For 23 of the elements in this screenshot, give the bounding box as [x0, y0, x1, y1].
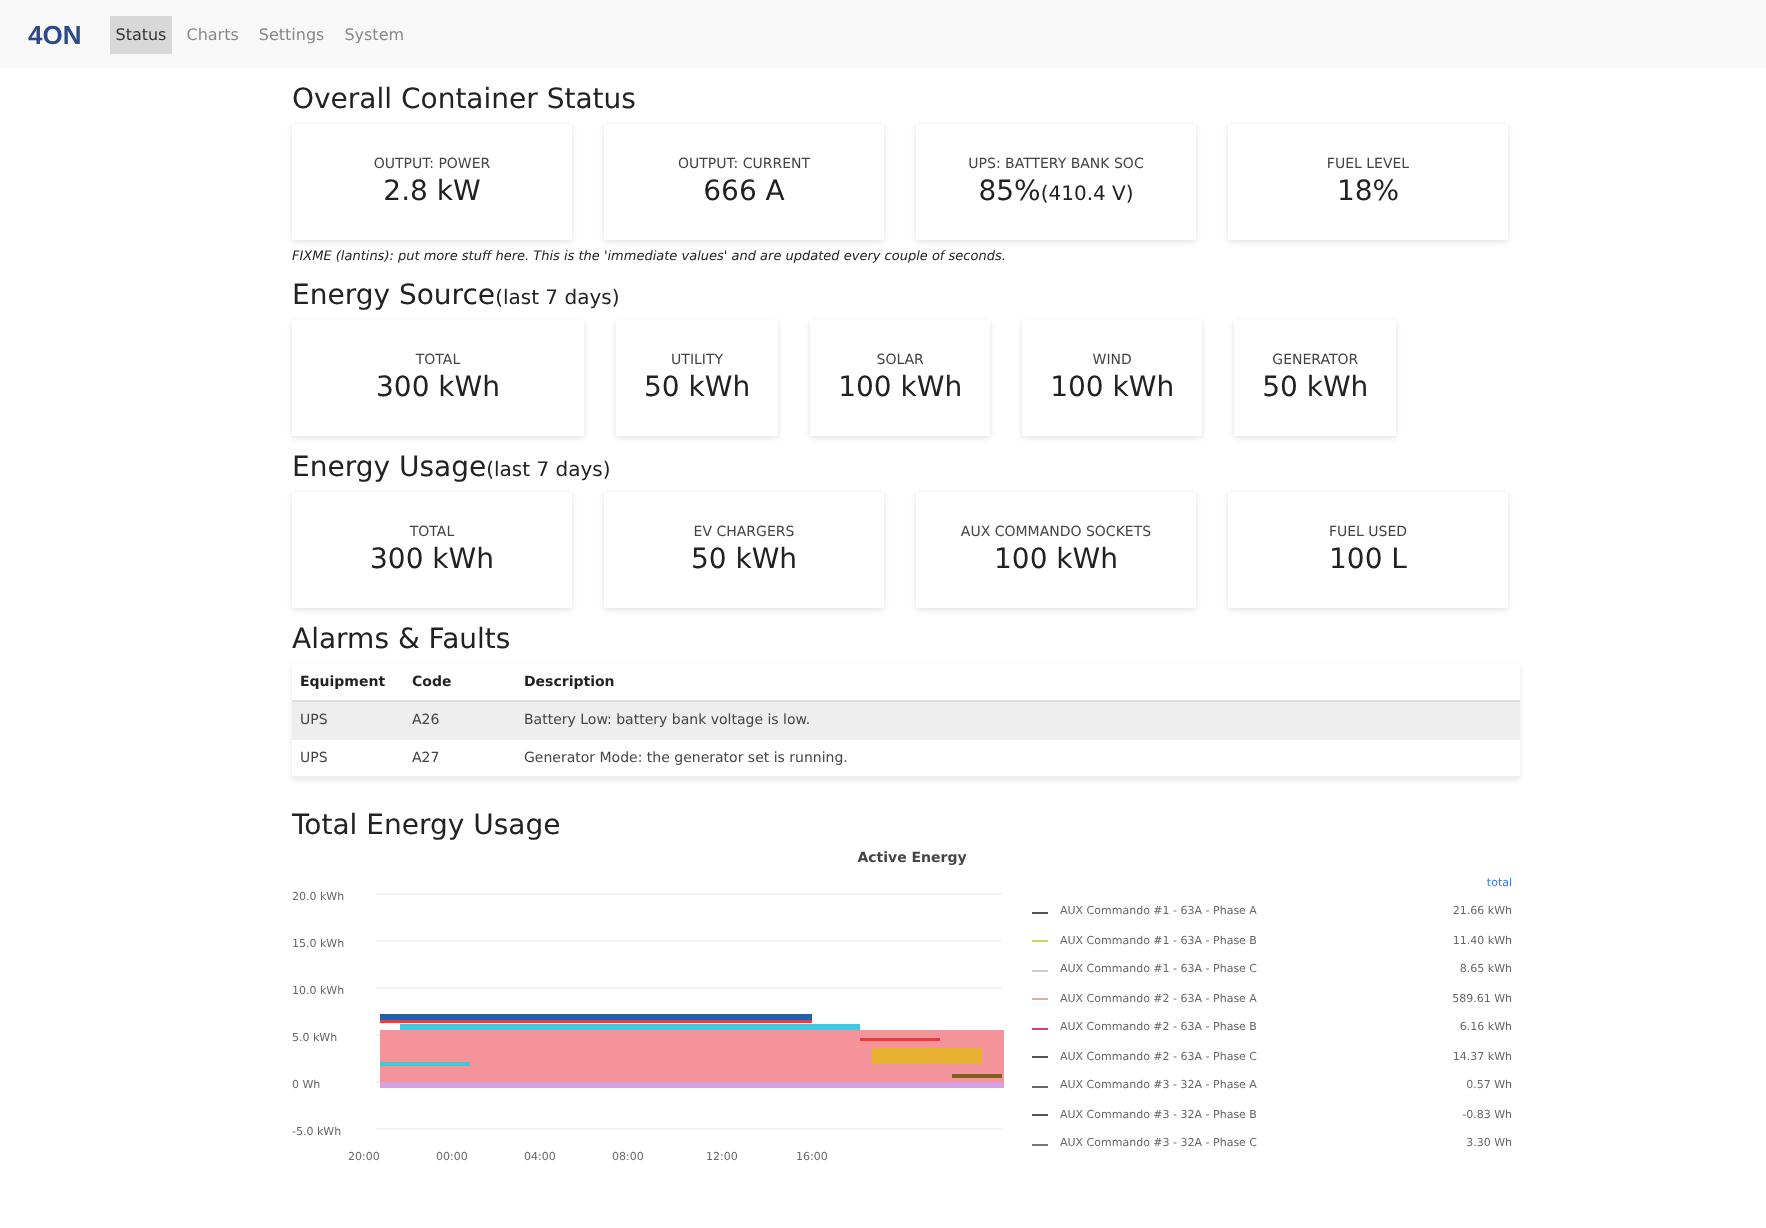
- section-heading: Energy Usage(last 7 days): [292, 452, 613, 484]
- stat-value: 2.8 kW: [383, 176, 481, 208]
- stat-value: 100 L: [1329, 544, 1407, 576]
- nav-tab[interactable]: System: [338, 15, 411, 53]
- stat-value: 18%: [1336, 176, 1400, 208]
- nav-tab[interactable]: Charts: [180, 15, 245, 53]
- stat-value: 300 kWh: [370, 544, 494, 576]
- stat-value: 50 kWh: [1262, 372, 1369, 404]
- stat-value: 666 A: [703, 176, 785, 208]
- section-heading: Alarms & Faults: [292, 624, 513, 656]
- stat-value: 100 kWh: [838, 372, 963, 404]
- stat-value: 100 kWh: [1050, 372, 1175, 404]
- stat-value: 50 kWh: [644, 372, 751, 404]
- section-heading: Overall Container Status: [292, 84, 638, 116]
- stat-value: 100 kWh: [994, 544, 1118, 576]
- section-heading: Energy Source(last 7 days): [292, 280, 622, 312]
- brand-logo[interactable]: 4ON: [28, 19, 82, 49]
- nav-tab[interactable]: Status: [109, 15, 173, 53]
- section-heading: Total Energy Usage: [292, 810, 563, 842]
- nav-tab[interactable]: Settings: [252, 15, 331, 53]
- stat-value: 50 kWh: [690, 544, 798, 576]
- stat-value: 85%(410.4 V): [978, 176, 1134, 208]
- stat-value: 300 kWh: [376, 372, 500, 404]
